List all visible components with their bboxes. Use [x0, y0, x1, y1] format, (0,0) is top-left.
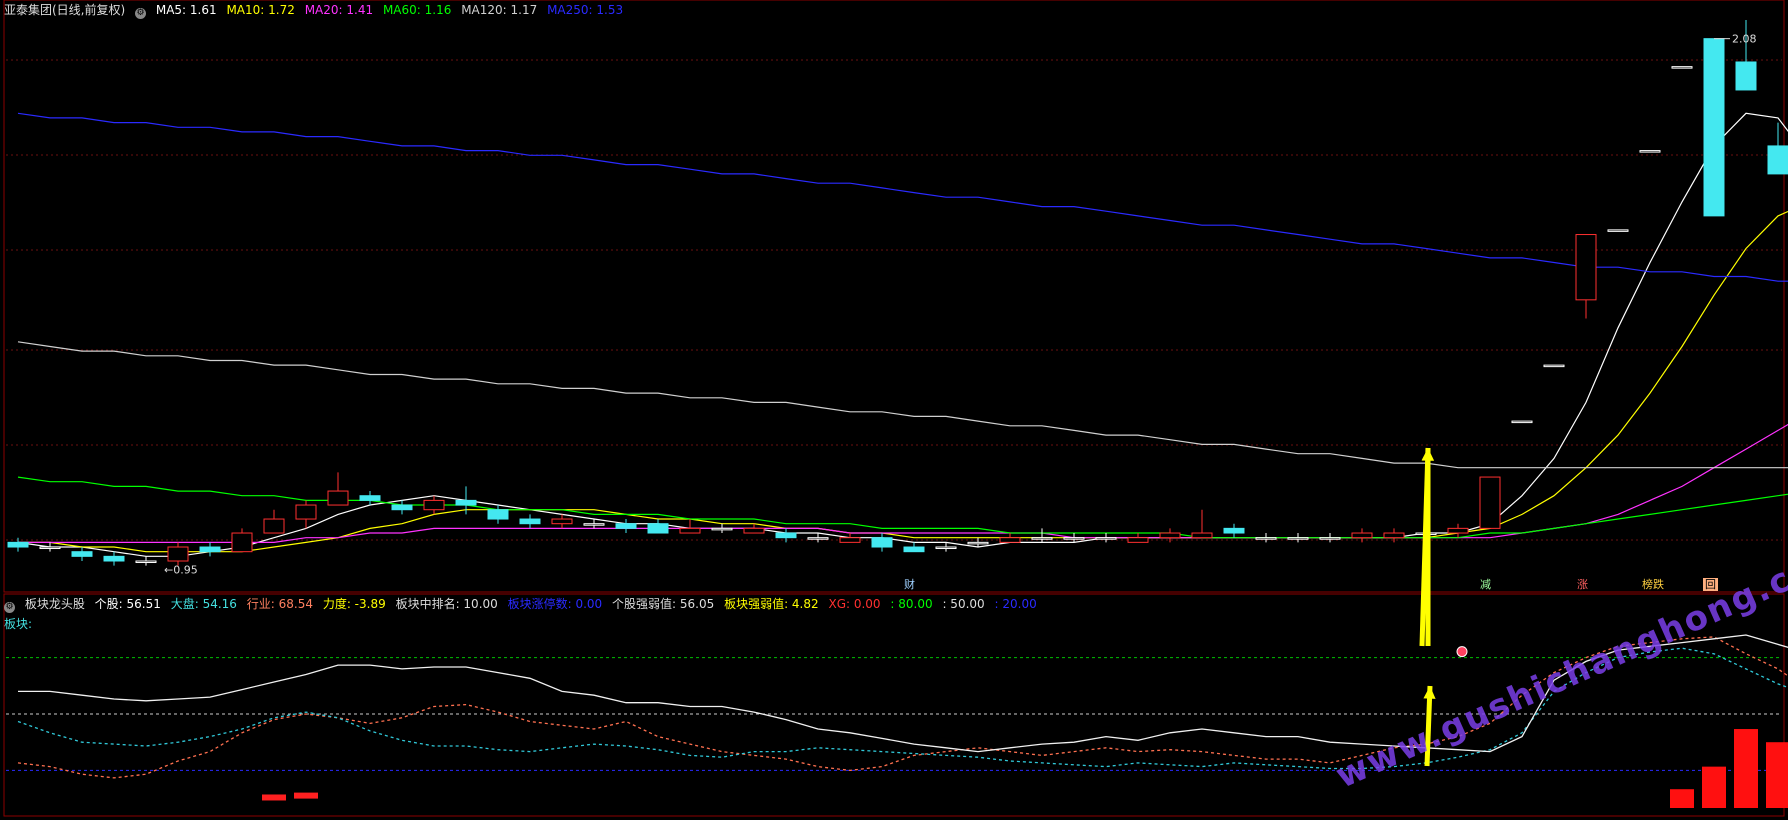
candle-body [743, 527, 765, 534]
candle-body [1223, 527, 1245, 534]
candle-body [135, 560, 157, 564]
ma20-label: MA20: 1.41 [304, 3, 374, 17]
candle-body [1671, 66, 1693, 69]
ma10-label: MA10: 1.72 [226, 3, 295, 17]
candle-body [455, 499, 477, 506]
candle-body [679, 527, 701, 534]
candle-body [103, 555, 125, 562]
sector-strength-value: 板块强弱值: 4.82 [724, 597, 819, 611]
candle-body [1607, 229, 1629, 232]
candle-body [615, 523, 637, 529]
stock-value: 个股: 56.51 [94, 597, 161, 611]
candle-body [39, 546, 61, 550]
industry-value: 行业: 68.54 [246, 597, 313, 611]
candle-body [1767, 145, 1788, 175]
candle-body [1031, 537, 1053, 540]
candle-body [1735, 61, 1757, 91]
candle-body [711, 527, 733, 531]
badge-rise[interactable]: 涨 [1575, 578, 1590, 591]
candle-body [295, 504, 317, 520]
xg-value: XG: 0.00 [828, 597, 881, 611]
candle-body [1095, 537, 1117, 540]
candle-body [1191, 532, 1213, 539]
ma60-label: MA60: 1.16 [382, 3, 452, 17]
level80-value: : 80.00 [890, 597, 933, 611]
low-price-label: ←0.95 [164, 564, 198, 577]
candle-body [807, 537, 829, 540]
candle-body [935, 546, 957, 550]
candle-body [1575, 234, 1597, 301]
ma250-line [17, 112, 1788, 282]
candle-body [487, 509, 509, 520]
candle-body [423, 499, 445, 511]
candle-body [647, 523, 669, 534]
arrow-shaft-dup-head [1421, 448, 1435, 461]
candle-body [551, 518, 573, 525]
sector-signal-bar [1670, 789, 1694, 808]
badge-reduce[interactable]: 减 [1478, 578, 1493, 591]
rank-value: 板块中排名: 10.00 [395, 597, 498, 611]
candle-body [359, 495, 381, 501]
candle-body [1351, 532, 1373, 539]
badge-list-drop[interactable]: 榜跌 [1640, 578, 1666, 591]
ma120-line [17, 341, 1788, 469]
candle-body [1255, 537, 1277, 540]
candle-body [1159, 532, 1181, 539]
arrow-to-signal-head [1423, 686, 1436, 699]
early-signal-bar [294, 792, 318, 799]
sector-label: 板块: [4, 617, 33, 631]
candle-body [839, 537, 861, 543]
ma250-label: MA250: 1.53 [547, 3, 624, 17]
candle-body [1127, 537, 1149, 543]
ma120-label: MA120: 1.17 [461, 3, 538, 17]
indicator-header: ⚙ 板块龙头股 个股: 56.51 大盘: 54.16 行业: 68.54 力度… [4, 596, 1043, 613]
level20-value: : 20.00 [994, 597, 1037, 611]
candle-body [1383, 532, 1405, 539]
ma5-label: MA5: 1.61 [155, 3, 217, 17]
candle-body [903, 546, 925, 553]
candle-body [1703, 38, 1725, 217]
sector-signal-bar [1734, 729, 1758, 808]
candle-body [583, 523, 605, 526]
indicator-settings-icon[interactable]: ⚙ [4, 602, 15, 613]
candle-body [1511, 420, 1533, 424]
level50-value: : 50.00 [942, 597, 985, 611]
candle-body [1287, 537, 1309, 540]
early-signal-bar [262, 794, 286, 801]
candle-body [71, 551, 93, 557]
chart-title[interactable]: 亚泰集团(日线,前复权) [4, 3, 125, 17]
candle-body [1447, 527, 1469, 534]
high-price-label: 2.08 [1732, 33, 1757, 46]
candle-body [1063, 537, 1085, 540]
market-value: 大盘: 54.16 [170, 597, 237, 611]
candle-body [999, 537, 1021, 543]
settings-gear-icon[interactable]: ⚙ [135, 8, 147, 19]
candle-body [391, 504, 413, 511]
candle-body [1543, 364, 1565, 368]
candle-body [775, 532, 797, 539]
indicator-name[interactable]: 板块龙头股 [25, 597, 85, 611]
stock-strength-value: 个股强弱值: 56.05 [612, 597, 715, 611]
candle-body [1319, 537, 1341, 540]
candle-body [199, 546, 221, 553]
main-panel-border [3, 0, 1785, 593]
gem-signal-icon [1456, 646, 1468, 658]
candle-body [1479, 476, 1501, 529]
candle-body [231, 532, 253, 553]
candle-body [263, 518, 285, 534]
candle-body [519, 518, 541, 525]
candle-body [7, 541, 29, 548]
ma5-line [17, 112, 1788, 557]
candle-body [167, 546, 189, 562]
candle-body [967, 541, 989, 545]
candle-body [871, 537, 893, 548]
candle-body [1639, 150, 1661, 153]
candle-body [327, 490, 349, 506]
main-chart-header: 亚泰集团(日线,前复权) ⚙ MA5: 1.61 MA10: 1.72 MA20… [4, 2, 629, 19]
sector-signal-bar [1702, 766, 1726, 808]
sector-signal-bar [1766, 742, 1788, 808]
badge-finance[interactable]: 财 [902, 578, 917, 591]
limitup-value: 板块涨停数: 0.00 [507, 597, 603, 611]
force-value: 力度: -3.89 [322, 597, 386, 611]
